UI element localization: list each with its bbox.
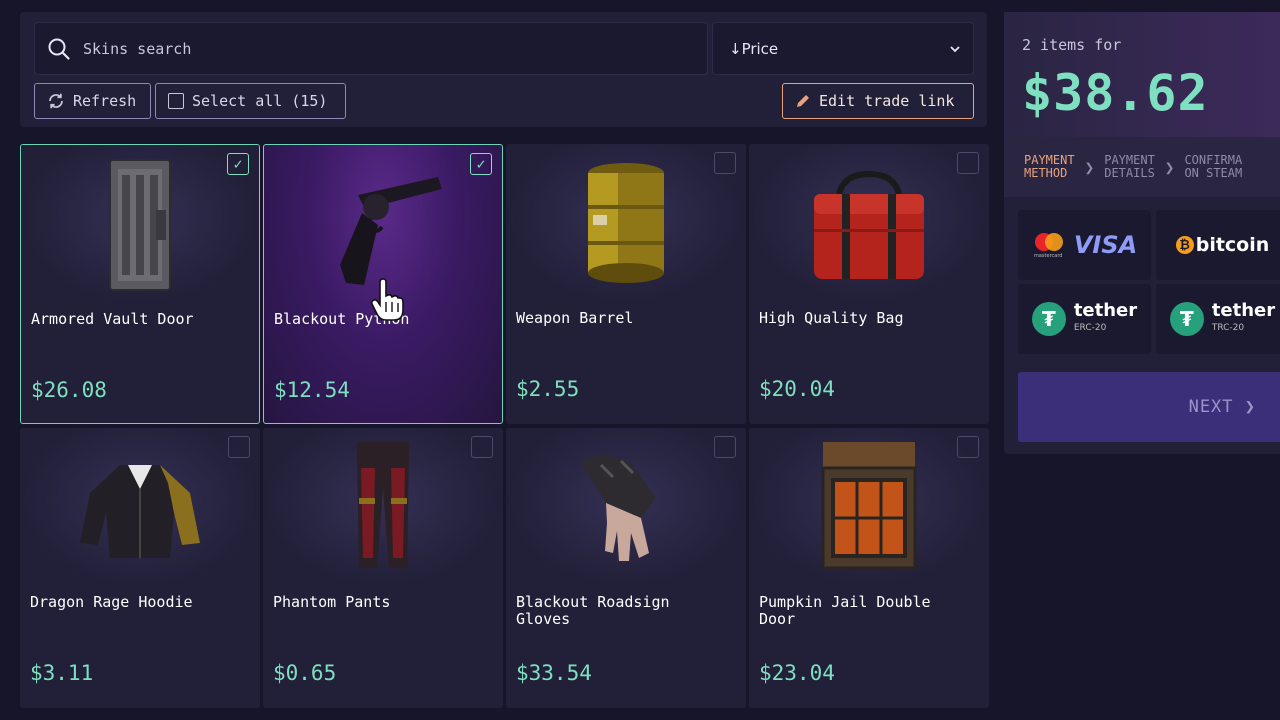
item-price: $2.55: [516, 377, 580, 401]
chevron-down-icon: [950, 45, 960, 52]
refresh-button[interactable]: Refresh: [34, 83, 151, 119]
item-price: $23.04: [759, 661, 835, 685]
bitcoin-label: bitcoin: [1195, 234, 1270, 256]
item-card[interactable]: Weapon Barrel $2.55: [506, 144, 746, 424]
item-price: $3.11: [30, 661, 94, 685]
item-image: [21, 145, 259, 305]
item-checkbox[interactable]: ✓: [470, 153, 492, 175]
item-name: Dragon Rage Hoodie: [30, 593, 193, 611]
items-count-label: 2 items for: [1022, 36, 1122, 54]
toolbar-panel: ↓Price Refresh Select all (15) Edit trad…: [20, 12, 987, 127]
chevron-right-icon: ❯: [1164, 157, 1175, 177]
item-price: $26.08: [31, 378, 107, 402]
pants-image: [357, 442, 409, 568]
item-card[interactable]: Dragon Rage Hoodie $3.11: [20, 428, 260, 708]
select-all-button[interactable]: Select all (15): [155, 83, 346, 119]
item-price: $20.04: [759, 377, 835, 401]
refresh-label: Refresh: [73, 92, 137, 110]
search-box[interactable]: [34, 22, 708, 75]
item-price: $0.65: [273, 661, 337, 685]
payment-option-card[interactable]: mastercard VISA: [1018, 210, 1151, 280]
item-image: [749, 428, 989, 588]
gloves-image: [581, 455, 656, 561]
item-checkbox[interactable]: [714, 152, 736, 174]
step-payment-method[interactable]: PAYMENT METHOD: [1024, 154, 1075, 180]
order-summary: 2 items for $38.62: [1004, 12, 1280, 137]
tether-network-label: TRC-20: [1211, 322, 1245, 333]
select-all-label: Select all (15): [192, 92, 328, 110]
item-card[interactable]: Phantom Pants $0.65: [263, 428, 503, 708]
item-image: [263, 428, 503, 588]
item-image: [20, 428, 260, 588]
total-price: $38.62: [1022, 64, 1209, 122]
vault-door-image: [109, 159, 171, 291]
barrel-image: [588, 163, 664, 283]
item-name: Pumpkin Jail Double Door: [759, 593, 931, 628]
item-name: Armored Vault Door: [31, 310, 194, 328]
item-checkbox[interactable]: [471, 436, 493, 458]
item-card[interactable]: ✓ Armored Vault Door $26.08: [20, 144, 260, 424]
tether-icon: ₮: [1169, 302, 1204, 336]
item-card[interactable]: Pumpkin Jail Double Door $23.04: [749, 428, 989, 708]
item-image: [506, 428, 746, 588]
edit-trade-link-label: Edit trade link: [819, 92, 955, 110]
item-checkbox[interactable]: [957, 436, 979, 458]
item-card[interactable]: High Quality Bag $20.04: [749, 144, 989, 424]
item-image: [749, 144, 989, 304]
item-checkbox[interactable]: [714, 436, 736, 458]
checkout-steps: PAYMENT METHOD ❯ PAYMENT DETAILS ❯ CONFIRM…: [1004, 137, 1280, 197]
tether-network-label: ERC-20: [1073, 322, 1107, 333]
item-price: $12.54: [274, 378, 350, 402]
select-all-checkbox[interactable]: [168, 93, 184, 109]
revolver-image: [340, 177, 442, 285]
edit-trade-link-button[interactable]: Edit trade link: [782, 83, 974, 119]
mastercard-icon: mastercard: [1034, 233, 1063, 259]
item-checkbox[interactable]: [957, 152, 979, 174]
hand-cursor-icon: [370, 278, 404, 321]
step-confirm-on-steam[interactable]: CONFIRMA ON STEAM: [1184, 154, 1242, 180]
tether-icon: ₮: [1031, 302, 1066, 336]
hoodie-image: [80, 465, 200, 558]
jail-door-image: [821, 442, 917, 570]
chevron-right-icon: ❯: [1084, 157, 1095, 177]
item-name: High Quality Bag: [759, 309, 904, 327]
refresh-icon: [49, 93, 63, 109]
svg-text:mastercard: mastercard: [1034, 253, 1062, 259]
bag-image: [814, 170, 924, 279]
item-checkbox[interactable]: [228, 436, 250, 458]
search-input[interactable]: [83, 39, 663, 58]
payment-option-tether-erc20[interactable]: ₮ tether ERC-20: [1018, 284, 1151, 354]
item-name: Blackout Roadsign Gloves: [516, 593, 670, 628]
item-card[interactable]: Blackout Roadsign Gloves $33.54: [506, 428, 746, 708]
next-button[interactable]: NEXT ❯: [1018, 372, 1280, 442]
bitcoin-icon: ₿: [1175, 236, 1194, 254]
pencil-icon: [797, 95, 809, 107]
payment-option-tether-trc20[interactable]: ₮ tether TRC-20: [1156, 284, 1280, 354]
item-checkbox[interactable]: ✓: [227, 153, 249, 175]
payment-option-bitcoin[interactable]: ₿ bitcoin: [1156, 210, 1280, 280]
visa-label: VISA: [1073, 231, 1138, 259]
tether-label: tether: [1073, 299, 1138, 321]
step-payment-details[interactable]: PAYMENT DETAILS: [1104, 154, 1155, 180]
checkout-panel: 2 items for $38.62 PAYMENT METHOD ❯ PAYME…: [1004, 12, 1280, 454]
sort-select[interactable]: ↓Price: [712, 22, 974, 75]
sort-label: ↓Price: [729, 39, 779, 58]
search-icon: [48, 38, 70, 60]
item-image: [506, 144, 746, 304]
item-name: Phantom Pants: [273, 593, 391, 611]
tether-label: tether: [1211, 299, 1276, 321]
item-name: Weapon Barrel: [516, 309, 634, 327]
item-price: $33.54: [516, 661, 592, 685]
